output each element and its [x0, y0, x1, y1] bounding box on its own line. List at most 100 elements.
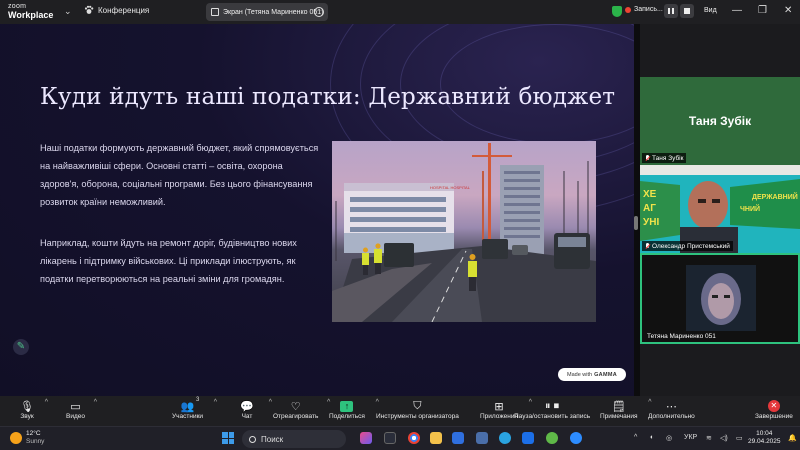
- chat-label: Чат: [241, 413, 253, 420]
- close-icon[interactable]: ✕: [784, 5, 792, 16]
- shield-icon: ⛉: [413, 399, 422, 412]
- conference-label: Конференция: [98, 5, 150, 15]
- windows-taskbar: 12°C Sunny Поиск ^ ◐ ◎ УКР ≋ ◁) ▭ 10:04 …: [0, 426, 800, 450]
- file-explorer-icon[interactable]: [430, 432, 442, 444]
- participant-label: Олександр Пристемський: [642, 241, 733, 251]
- clock-time: 10:04: [756, 430, 773, 437]
- screen-icon: [211, 8, 219, 16]
- apps-icon: ⊞: [494, 400, 504, 413]
- meeting-toolbar: 🎙 Звук ^ ▭ Видео ^ 👥 Участники ^ 3 💬 Чат…: [0, 396, 800, 426]
- participant-video: [642, 255, 798, 342]
- tray-chevron-icon[interactable]: ^: [634, 434, 637, 441]
- apps-button[interactable]: ⊞ Приложения ^: [480, 399, 532, 420]
- banner-text: ЧНИЙ: [740, 204, 760, 213]
- taskbar-search[interactable]: Поиск: [242, 430, 346, 448]
- participant-video: ХЕ АГ УНІ ДЕРЖАВНИЙ ЧНИЙ: [640, 165, 800, 253]
- banner-text: ДЕРЖАВНИЙ: [752, 192, 798, 201]
- task-view-icon[interactable]: [384, 432, 396, 444]
- more-options-icon[interactable]: ···: [314, 7, 324, 17]
- chrome-icon[interactable]: [408, 432, 420, 444]
- chevron-up-icon[interactable]: ^: [45, 399, 48, 406]
- chat-button[interactable]: 💬 Чат ^: [238, 399, 272, 420]
- slide-title: Куди йдуть наші податки: Державний бюдже…: [40, 84, 616, 110]
- encryption-shield-icon[interactable]: [612, 6, 622, 17]
- more-button[interactable]: ⋯ Дополнительно: [648, 399, 695, 421]
- notification-bell-icon[interactable]: 🔔: [788, 434, 797, 442]
- host-tools-label: Инструменты организатора: [376, 413, 459, 420]
- store-icon[interactable]: [452, 432, 464, 444]
- stop-recording-button[interactable]: [680, 4, 694, 18]
- chevron-up-icon[interactable]: ^: [214, 399, 217, 406]
- participants-label: Участники: [172, 413, 204, 420]
- windows-start-icon[interactable]: [222, 432, 234, 444]
- resize-handle[interactable]: [634, 216, 638, 230]
- maximize-icon[interactable]: ❐: [758, 5, 767, 16]
- temperature: 12°C: [26, 430, 41, 437]
- slide-photo: HOSPITAL HOSPITAL: [332, 141, 596, 322]
- participant-tile-tanya[interactable]: Таня Зубік Таня Зубік: [640, 77, 800, 165]
- participant-label: Таня Зубік: [642, 153, 687, 163]
- volume-icon[interactable]: ◁): [720, 434, 728, 442]
- share-label: Поделиться: [329, 413, 365, 420]
- video-label: Видео: [66, 413, 85, 420]
- video-button[interactable]: ▭ Видео ^: [66, 399, 97, 420]
- view-menu[interactable]: Вид: [704, 7, 717, 14]
- heart-icon: ♡: [290, 400, 301, 413]
- banner-text: АГ: [643, 203, 656, 214]
- road-hospital-illustration: HOSPITAL HOSPITAL: [332, 143, 596, 322]
- conference-menu[interactable]: Конференция: [84, 5, 149, 15]
- pause-stop-icon: ⏸ ⏹: [545, 399, 560, 412]
- pause-record-button[interactable]: ⏸ ⏹ Пауза/остановить запись: [514, 399, 591, 421]
- share-screen-button[interactable]: ↑ Поделиться ^: [329, 399, 379, 420]
- pause-record-label: Пауза/остановить запись: [514, 413, 591, 420]
- pause-recording-button[interactable]: [664, 4, 678, 18]
- participant-tile-tetiana[interactable]: Тетяна Мариненко 051: [640, 253, 800, 344]
- screen-share-indicator[interactable]: Экран (Тетяна Мариненко 051) ···: [206, 3, 328, 21]
- banner-text: УНІ: [643, 217, 659, 228]
- react-label: Отреагировать: [273, 413, 319, 420]
- chevron-up-icon[interactable]: ^: [94, 399, 97, 406]
- zoom-meeting-icon[interactable]: [570, 432, 582, 444]
- notes-button[interactable]: 🗒 Примечания ^: [600, 399, 652, 420]
- telegram-icon[interactable]: [499, 432, 511, 444]
- participants-count-badge: 3: [196, 397, 200, 403]
- tray-app-icon[interactable]: ◐: [650, 434, 654, 441]
- audio-button[interactable]: 🎙 Звук ^: [18, 399, 48, 420]
- wifi-icon[interactable]: ≋: [706, 434, 712, 442]
- participants-empty-area: [640, 344, 800, 396]
- zoom-logo: zoom Workplace: [8, 2, 53, 20]
- record-dot-icon: [625, 6, 631, 13]
- react-button[interactable]: ♡ Отреагировать ^: [273, 399, 330, 420]
- audio-label: Звук: [20, 413, 34, 420]
- screen-share-label: Экран (Тетяна Мариненко 051): [223, 8, 324, 16]
- app-icon[interactable]: [476, 432, 488, 444]
- chevron-up-icon[interactable]: ^: [269, 399, 272, 406]
- made-with-gamma-badge[interactable]: Made with GAMMA: [558, 368, 626, 381]
- made-with-label: Made with: [567, 371, 593, 378]
- participants-icon: 👥: [180, 400, 195, 413]
- participant-tile-oleksandr[interactable]: ХЕ АГ УНІ ДЕРЖАВНИЙ ЧНИЙ Олександр Прист…: [640, 165, 800, 253]
- host-tools-button[interactable]: ⛉ Инструменты организатора: [376, 399, 459, 421]
- notes-icon: 🗒: [611, 400, 626, 413]
- banner-text: ХЕ: [643, 189, 657, 200]
- language-indicator[interactable]: УКР: [684, 434, 697, 441]
- sun-icon: [10, 432, 22, 444]
- end-meeting-button[interactable]: ✕ Завершение: [755, 399, 793, 420]
- chrome-profile-icon[interactable]: [546, 432, 558, 444]
- more-label: Дополнительно: [648, 413, 695, 420]
- end-label: Завершение: [755, 413, 793, 420]
- chevron-down-icon[interactable]: ⌄: [64, 6, 72, 17]
- tray-app-icon[interactable]: ◎: [666, 434, 672, 442]
- end-meeting-icon: ✕: [765, 399, 783, 413]
- participant-label-text: Тетяна Мариненко 051: [647, 332, 716, 340]
- mic-muted-icon: 🎙: [20, 400, 34, 413]
- logo-line2: Workplace: [8, 10, 54, 20]
- minimize-icon[interactable]: —: [732, 5, 742, 16]
- copilot-icon[interactable]: [360, 432, 372, 444]
- participant-label: Тетяна Мариненко 051: [644, 331, 719, 341]
- battery-icon[interactable]: ▭: [736, 434, 743, 442]
- taskbar-clock[interactable]: 10:04 29.04.2025: [748, 430, 781, 446]
- zoom-app-icon[interactable]: [522, 432, 534, 444]
- weather-widget[interactable]: 12°C Sunny: [10, 430, 44, 446]
- annotate-pencil-icon[interactable]: ✎: [13, 339, 29, 355]
